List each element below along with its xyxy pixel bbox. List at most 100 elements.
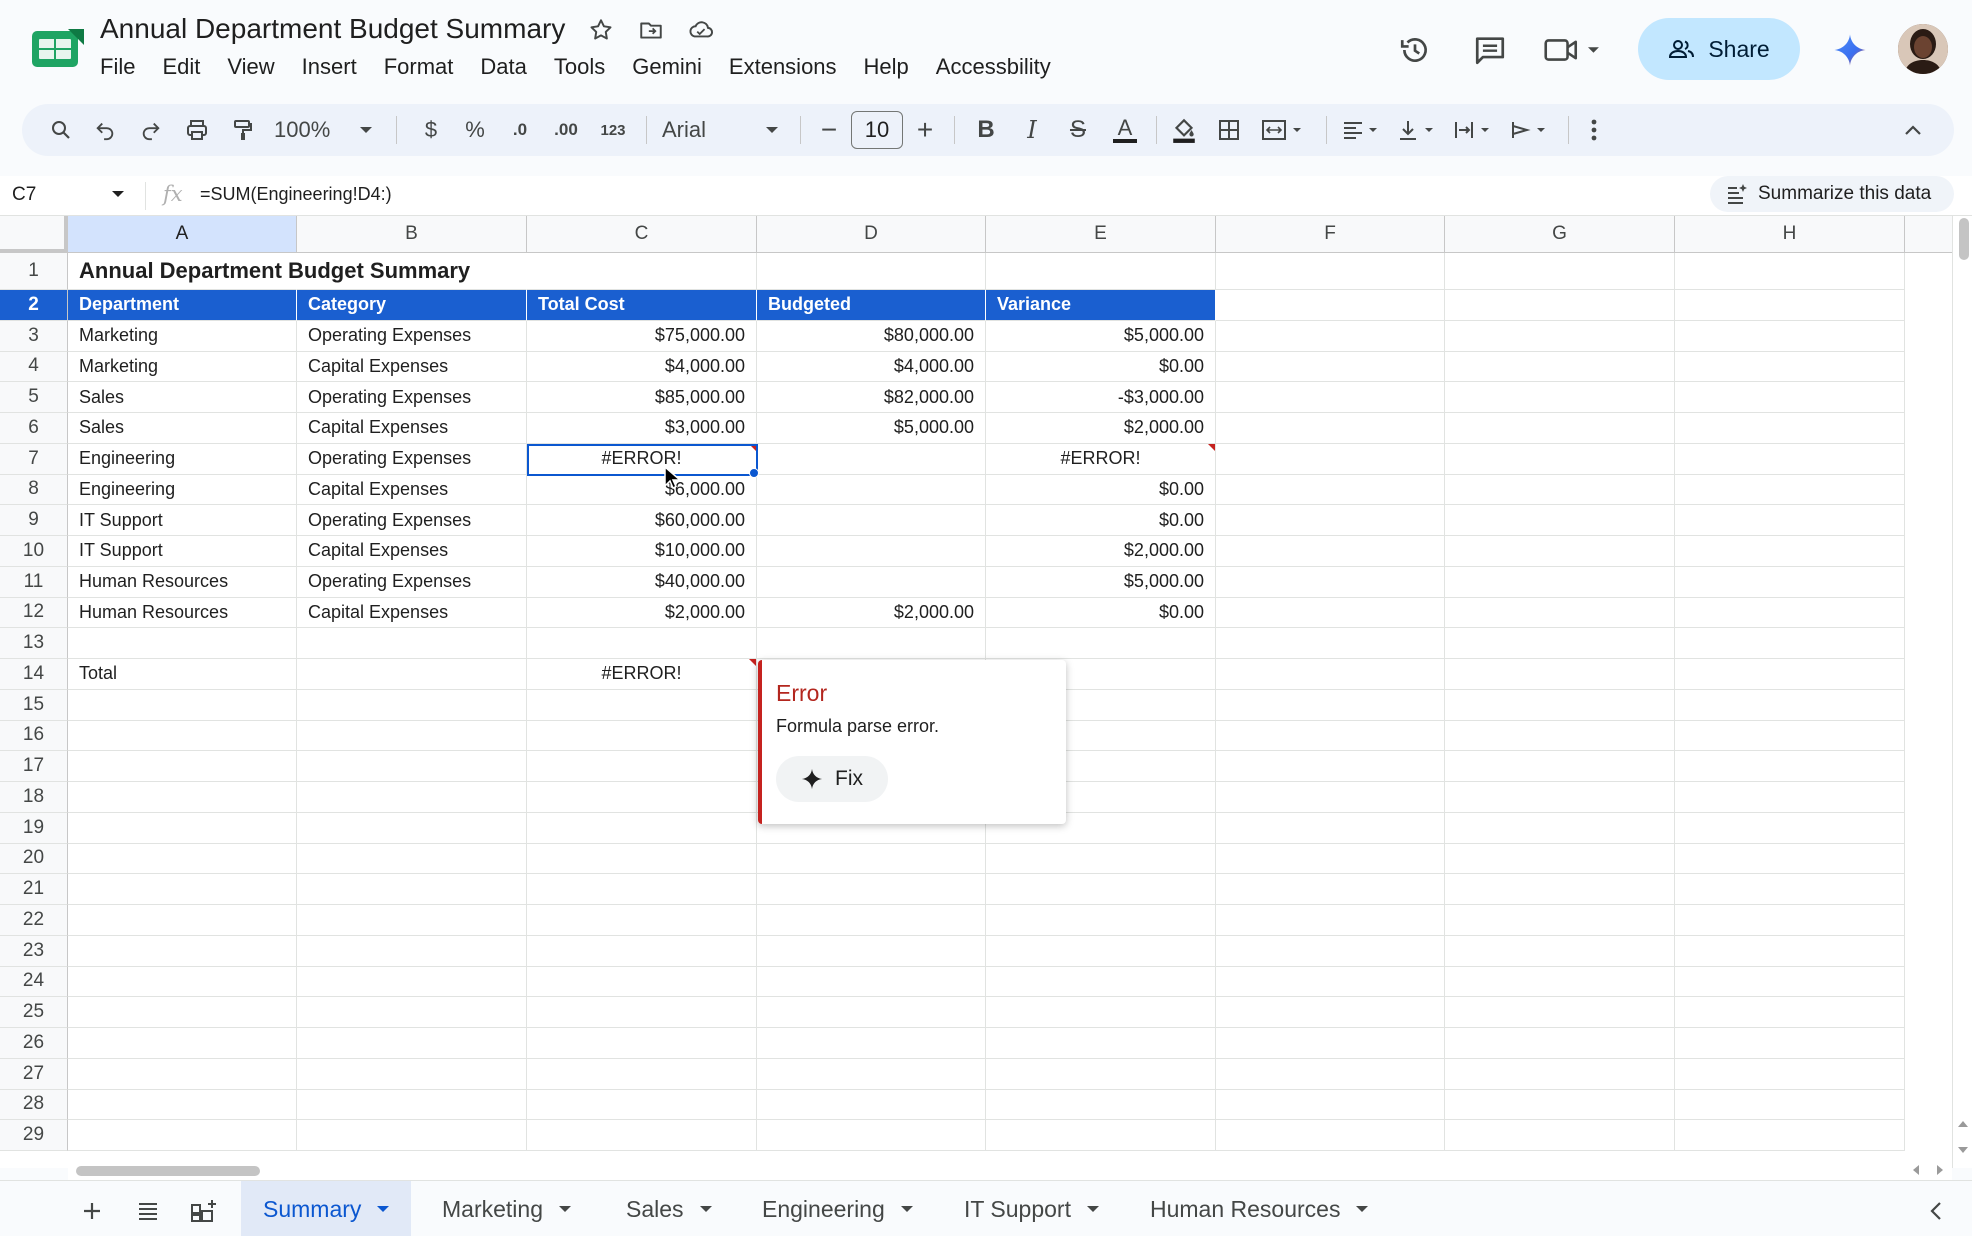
sheet-menu-caret-icon[interactable] xyxy=(900,1206,913,1212)
increase-font-size-button[interactable]: + xyxy=(910,112,940,148)
cell[interactable] xyxy=(68,689,297,721)
cell[interactable] xyxy=(757,1058,986,1090)
bold-button[interactable]: B xyxy=(970,112,1002,148)
cell[interactable] xyxy=(68,812,297,844)
row-header-6[interactable]: 6 xyxy=(0,413,68,444)
cell[interactable] xyxy=(1675,474,1905,506)
cell[interactable] xyxy=(1216,253,1445,290)
cell[interactable] xyxy=(1216,1120,1445,1151)
table-cell-amount[interactable]: $0.00 xyxy=(986,505,1216,536)
italic-button[interactable]: I xyxy=(1016,112,1048,148)
cell[interactable] xyxy=(1675,997,1905,1028)
column-title-variance[interactable]: Variance xyxy=(986,290,1216,321)
scroll-down-icon[interactable] xyxy=(1958,1146,1968,1154)
cell[interactable] xyxy=(1675,536,1905,567)
cell[interactable] xyxy=(1675,966,1905,998)
cell[interactable] xyxy=(1675,443,1905,475)
font-dropdown-icon[interactable] xyxy=(762,112,782,148)
cell[interactable] xyxy=(68,751,297,782)
sheet-tab-marketing[interactable]: Marketing xyxy=(420,1181,593,1236)
cell[interactable] xyxy=(68,720,297,752)
column-header-f[interactable]: F xyxy=(1216,216,1445,253)
cell[interactable] xyxy=(1445,474,1675,506)
table-cell-amount[interactable]: $40,000.00 xyxy=(527,566,757,598)
menu-tools[interactable]: Tools xyxy=(554,54,605,80)
table-cell-amount[interactable]: -$3,000.00 xyxy=(986,382,1216,413)
row-header-8[interactable]: 8 xyxy=(0,474,68,506)
cell[interactable] xyxy=(1445,905,1675,936)
cell[interactable] xyxy=(527,720,757,752)
cell[interactable] xyxy=(1216,1058,1445,1090)
table-cell-amount[interactable]: $0.00 xyxy=(986,597,1216,629)
cell[interactable] xyxy=(1675,351,1905,383)
star-icon[interactable] xyxy=(585,14,617,46)
table-cell-amount[interactable]: $5,000.00 xyxy=(986,320,1216,352)
column-header-b[interactable]: B xyxy=(297,216,527,253)
table-cell-amount[interactable]: $5,000.00 xyxy=(757,413,986,444)
search-menus-icon[interactable] xyxy=(44,112,78,148)
horizontal-scrollbar[interactable] xyxy=(68,1160,1952,1180)
cell[interactable] xyxy=(527,1120,757,1151)
number-format-button[interactable]: 123 xyxy=(594,112,632,148)
cell[interactable] xyxy=(1445,597,1675,629)
cell[interactable] xyxy=(297,628,527,659)
row-header-7[interactable]: 7 xyxy=(0,443,68,475)
row-header-29[interactable]: 29 xyxy=(0,1120,68,1151)
share-button[interactable]: Share xyxy=(1638,18,1800,80)
cell[interactable] xyxy=(757,253,986,290)
row-header-26[interactable]: 26 xyxy=(0,1028,68,1059)
redo-icon[interactable] xyxy=(134,112,168,148)
collapse-panel-icon[interactable] xyxy=(1918,1193,1954,1229)
cell[interactable] xyxy=(1216,905,1445,936)
cell[interactable] xyxy=(986,253,1216,290)
cell[interactable] xyxy=(527,812,757,844)
cell[interactable] xyxy=(1675,413,1905,444)
row-header-1[interactable]: 1 xyxy=(0,253,68,290)
cell[interactable] xyxy=(1445,720,1675,752)
cell[interactable] xyxy=(527,751,757,782)
cell[interactable] xyxy=(1675,566,1905,598)
sheet-menu-caret-icon[interactable] xyxy=(1086,1206,1099,1212)
cell[interactable] xyxy=(297,1089,527,1121)
cell[interactable] xyxy=(1216,290,1445,321)
cell[interactable] xyxy=(1216,935,1445,967)
cell[interactable] xyxy=(1445,320,1675,352)
table-cell-amount[interactable] xyxy=(757,566,986,598)
cell[interactable] xyxy=(1216,659,1445,690)
cell[interactable] xyxy=(1216,689,1445,721)
undo-icon[interactable] xyxy=(88,112,122,148)
cell[interactable] xyxy=(1445,1120,1675,1151)
cell[interactable] xyxy=(1445,413,1675,444)
cell[interactable] xyxy=(1445,751,1675,782)
sheet-tab-summary[interactable]: Summary xyxy=(241,1181,412,1236)
vertical-scrollbar[interactable] xyxy=(1952,216,1972,1168)
scroll-right-icon[interactable] xyxy=(1936,1165,1944,1175)
cell[interactable] xyxy=(68,905,297,936)
cell[interactable] xyxy=(527,689,757,721)
row-header-21[interactable]: 21 xyxy=(0,874,68,905)
table-cell-amount[interactable]: $85,000.00 xyxy=(527,382,757,413)
cell[interactable] xyxy=(757,1089,986,1121)
row-header-5[interactable]: 5 xyxy=(0,382,68,413)
cell[interactable] xyxy=(1675,320,1905,352)
table-cell-amount[interactable]: $2,000.00 xyxy=(986,413,1216,444)
menu-insert[interactable]: Insert xyxy=(302,54,357,80)
table-cell-amount[interactable]: $75,000.00 xyxy=(527,320,757,352)
cell[interactable] xyxy=(986,843,1216,875)
comments-icon[interactable] xyxy=(1470,30,1510,70)
cell[interactable] xyxy=(297,720,527,752)
cell[interactable] xyxy=(1445,1089,1675,1121)
cell[interactable] xyxy=(1675,689,1905,721)
cell[interactable] xyxy=(757,874,986,905)
sheet-menu-caret-icon[interactable] xyxy=(377,1206,390,1212)
table-cell-text[interactable]: Capital Expenses xyxy=(297,413,527,444)
cell[interactable] xyxy=(986,935,1216,967)
cell[interactable] xyxy=(1216,597,1445,629)
cell[interactable] xyxy=(986,997,1216,1028)
sheet-tab-sales[interactable]: Sales xyxy=(604,1181,734,1236)
cell[interactable] xyxy=(68,782,297,813)
scroll-up-icon[interactable] xyxy=(1958,1120,1968,1128)
cell[interactable] xyxy=(1445,1028,1675,1059)
document-title[interactable]: Annual Department Budget Summary xyxy=(100,13,565,45)
zoom-select[interactable]: 100% xyxy=(274,112,364,148)
